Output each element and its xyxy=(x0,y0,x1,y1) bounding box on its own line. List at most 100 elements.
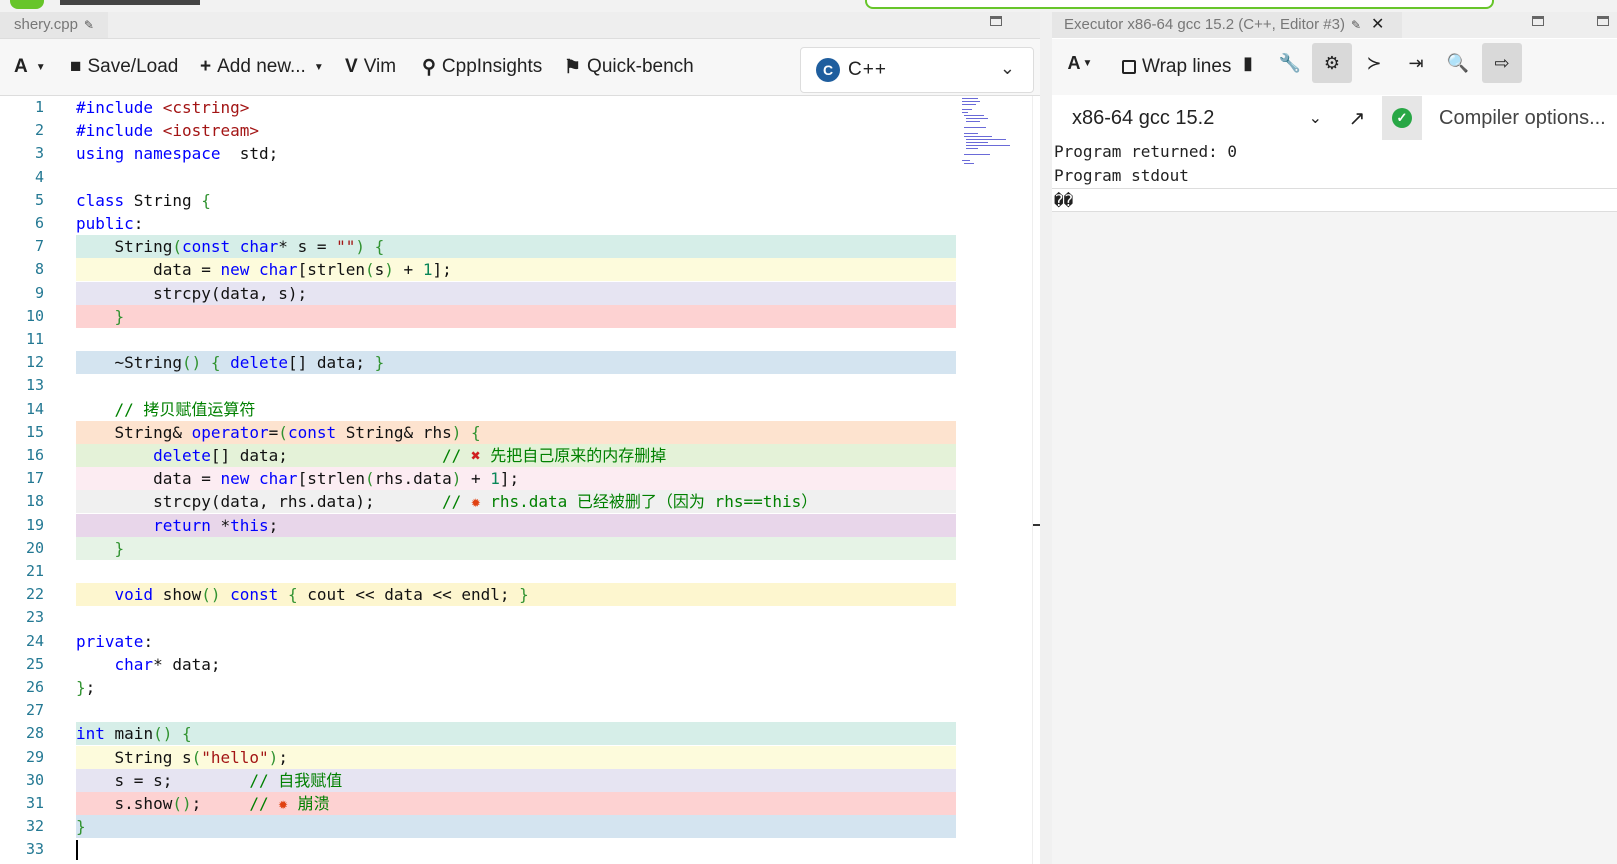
line-number: 26 xyxy=(25,678,44,696)
code-token: } xyxy=(114,538,125,558)
code-line[interactable] xyxy=(76,328,956,351)
close-icon[interactable]: ✕ xyxy=(1371,12,1384,38)
maximize-pane-icon[interactable] xyxy=(1532,16,1544,26)
code-line[interactable]: private: xyxy=(76,630,956,653)
add-new-button[interactable]: + Add new... ▼ xyxy=(200,39,324,95)
code-line[interactable] xyxy=(76,374,956,397)
wrap-lines-checkbox[interactable] xyxy=(1122,60,1136,74)
inspect-icon[interactable]: 🔍 xyxy=(1438,43,1478,83)
code-token: String s xyxy=(76,747,192,767)
code-line[interactable]: data = new char[strlen(rhs.data) + 1]; xyxy=(76,467,956,491)
code-text: char* data; xyxy=(76,653,221,676)
compile-status[interactable]: ✓ xyxy=(1382,96,1422,140)
code-token: ) xyxy=(268,747,279,767)
code-line[interactable]: int main() { xyxy=(76,722,956,746)
code-area[interactable]: #include <cstring> #include <iostream> usi… xyxy=(76,96,956,864)
code-line[interactable] xyxy=(76,699,956,722)
code-line[interactable]: s.show(); // ✹ 崩溃 xyxy=(76,792,956,815)
code-line[interactable]: String(const char* s = "") { xyxy=(76,235,956,259)
code-token: String& rhs xyxy=(336,422,452,442)
popout-pane-icon[interactable] xyxy=(1597,16,1609,26)
code-text: using namespace std; xyxy=(76,142,278,165)
stdin-icon[interactable]: ⇥ xyxy=(1396,43,1436,83)
pane-splitter[interactable] xyxy=(1040,12,1052,864)
code-line[interactable]: strcpy(data, s); xyxy=(76,281,956,305)
line-number: 14 xyxy=(25,399,44,418)
code-line[interactable]: ~String() { delete[] data; } xyxy=(76,351,956,375)
language-select[interactable]: C C++ ⌄ xyxy=(800,47,1034,93)
cppinsights-button[interactable]: ⚲ CppInsights xyxy=(422,39,542,95)
text-cursor xyxy=(76,840,78,860)
code-token: // 拷贝赋值运算符 xyxy=(76,399,256,419)
minimap-preview xyxy=(962,98,1010,164)
code-line[interactable]: public: xyxy=(76,212,956,235)
code-line[interactable]: data = new char[strlen(s) + 1]; xyxy=(76,258,956,282)
code-line[interactable]: using namespace std; xyxy=(76,142,956,165)
code-line[interactable]: delete[] data; // ✖ 先把自己原来的内存删掉 xyxy=(76,444,956,467)
code-line[interactable]: char* data; xyxy=(76,653,956,676)
code-line[interactable] xyxy=(76,560,956,583)
code-token: } xyxy=(76,678,86,697)
code-line[interactable]: String s("hello"); xyxy=(76,745,956,769)
editor-tab[interactable]: shery.cpp ✎ xyxy=(0,12,108,38)
external-link-icon[interactable]: ↗ xyxy=(1337,98,1377,138)
wrench-icon[interactable]: 🔧 xyxy=(1270,43,1310,83)
code-token: rhs.data xyxy=(374,469,452,489)
code-line[interactable]: strcpy(data, rhs.data); // ✹ rhs.data 已经… xyxy=(76,490,956,514)
code-line[interactable]: } xyxy=(76,815,956,839)
code-line[interactable] xyxy=(76,838,956,861)
output-icon[interactable]: ⇨ xyxy=(1482,43,1522,83)
pencil-icon[interactable]: ✎ xyxy=(1351,12,1361,38)
code-line[interactable] xyxy=(76,606,956,629)
code-token: delete xyxy=(230,353,288,373)
code-token: // xyxy=(442,446,471,465)
font-size-button[interactable]: A ▼ xyxy=(1054,43,1106,83)
code-token: String& xyxy=(76,422,192,442)
code-editor[interactable]: 1 2 3 4 5 6 7 8 9 10 11 12 13 14 15 16 17 18 19 20 21 22 23 24 2… xyxy=(0,96,1047,864)
code-token: String xyxy=(76,237,173,257)
code-token: <cstring> xyxy=(162,98,250,117)
code-line[interactable]: } xyxy=(76,536,956,560)
code-token: : xyxy=(143,631,154,651)
line-number: 21 xyxy=(25,562,44,580)
code-line[interactable]: } xyxy=(76,304,956,328)
code-token: private xyxy=(76,631,144,651)
wrap-lines-toggle[interactable]: Wrap lines xyxy=(1122,39,1231,95)
code-line[interactable]: #include <cstring> xyxy=(76,96,956,119)
compiler-options-input[interactable]: Compiler options... xyxy=(1427,96,1617,140)
code-token: [strlen xyxy=(297,469,365,489)
pencil-icon[interactable]: ✎ xyxy=(84,12,94,38)
save-load-button[interactable]: ■ Save/Load xyxy=(70,39,178,95)
vim-button[interactable]: V Vim xyxy=(345,39,396,95)
code-token: "hello" xyxy=(201,747,269,767)
code-line[interactable]: class String { xyxy=(76,189,956,212)
save-load-label: Save/Load xyxy=(87,56,179,77)
gears-icon[interactable]: ⚙ xyxy=(1312,43,1352,83)
code-line[interactable]: s = s; // 自我赋值 xyxy=(76,768,956,792)
minimap[interactable] xyxy=(960,96,1032,166)
code-token: return xyxy=(153,515,211,535)
code-token: ; xyxy=(268,515,279,535)
quick-bench-label: Quick-bench xyxy=(587,56,694,77)
code-line[interactable]: // 拷贝赋值运算符 xyxy=(76,398,956,421)
line-number: 11 xyxy=(25,330,44,348)
terminal-icon[interactable]: ≻ xyxy=(1354,43,1394,83)
vim-label: Vim xyxy=(363,56,397,77)
code-token: // 自我赋值 xyxy=(249,770,343,790)
maximize-pane-icon[interactable] xyxy=(990,16,1002,26)
code-line[interactable]: }; xyxy=(76,676,956,699)
line-number: 22 xyxy=(25,585,44,604)
quick-bench-button[interactable]: ⚑ Quick-bench xyxy=(564,39,694,95)
compiler-select[interactable]: x86-64 gcc 15.2 ⌄ xyxy=(1064,96,1332,140)
code-line[interactable]: void show() const { cout << data << endl… xyxy=(76,583,956,607)
book-icon[interactable]: ▮ xyxy=(1228,43,1268,83)
font-size-button[interactable]: A ▼ xyxy=(14,39,46,95)
code-token: ]; xyxy=(432,260,452,280)
plus-icon: + xyxy=(200,56,212,77)
executor-tab[interactable]: Executor x86-64 gcc 15.2 (C++, Editor #3… xyxy=(1052,12,1402,38)
code-line[interactable]: String& operator=(const String& rhs) { xyxy=(76,420,956,444)
code-line[interactable]: #include <iostream> xyxy=(76,119,956,142)
code-line[interactable] xyxy=(76,166,956,189)
code-line[interactable]: return *this; xyxy=(76,513,956,537)
code-token: char xyxy=(114,654,154,674)
